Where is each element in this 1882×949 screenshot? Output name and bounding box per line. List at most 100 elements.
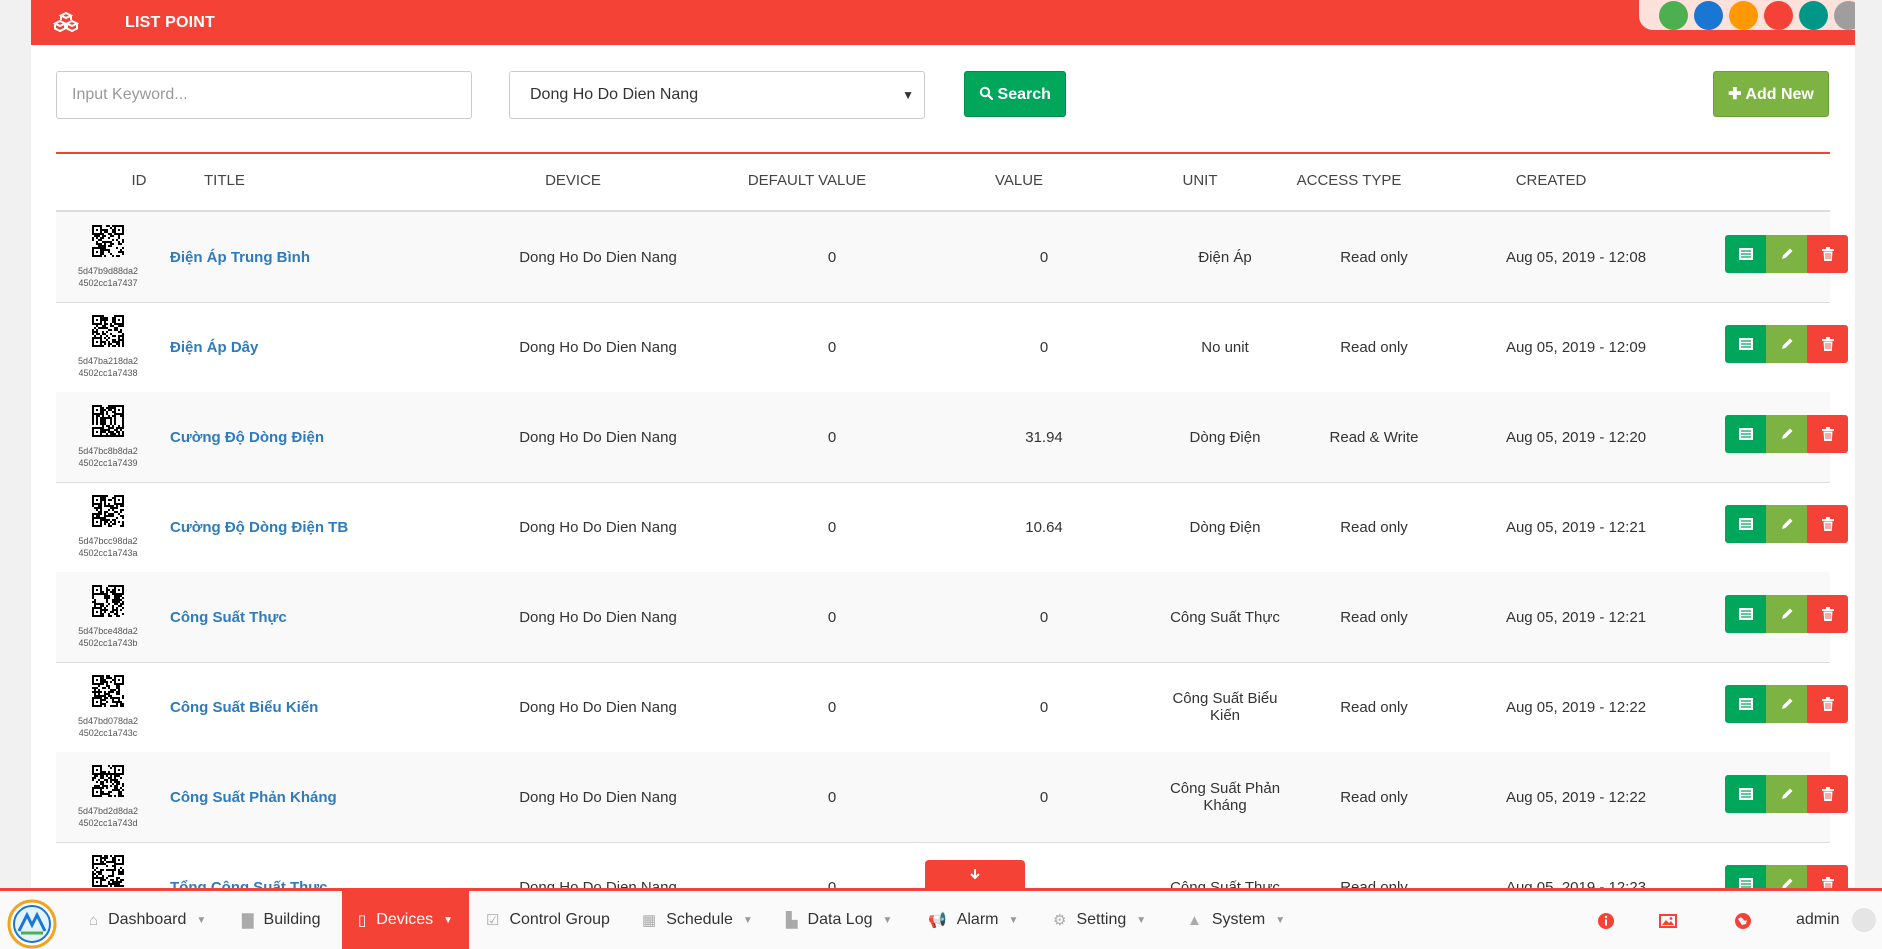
swatch-orange[interactable] (1729, 1, 1758, 30)
created-cell: Aug 05, 2019 - 12:22 (1505, 788, 1647, 806)
edit-button[interactable] (1766, 235, 1807, 273)
calendar-icon: ▦ (642, 912, 657, 929)
view-button[interactable] (1725, 865, 1766, 888)
view-button[interactable] (1725, 325, 1766, 363)
pencil-icon (1781, 338, 1792, 349)
edit-button[interactable] (1766, 685, 1807, 723)
list-icon (1738, 248, 1753, 260)
point-title-link[interactable]: Công Suất Biểu Kiến (170, 662, 318, 752)
view-button[interactable] (1725, 595, 1766, 633)
qr-code-icon[interactable] (92, 225, 124, 257)
point-title-link[interactable]: Công Suất Phản Kháng (170, 752, 337, 842)
delete-button[interactable] (1807, 595, 1848, 633)
unit-cell: Công Suất Phản Kháng (1169, 780, 1281, 814)
company-logo (7, 899, 57, 949)
view-button[interactable] (1725, 235, 1766, 273)
unit-cell: Công Suất Thực (1170, 878, 1280, 889)
default-value-cell: 0 (827, 878, 837, 889)
point-title-link[interactable]: Công Suất Thực (170, 572, 287, 662)
value-cell: 0 (1039, 698, 1049, 716)
delete-button[interactable] (1807, 505, 1848, 543)
nav-item-schedule[interactable]: ▦ Schedule ▼ (642, 891, 753, 949)
column-header[interactable]: ID (132, 172, 147, 189)
delete-button[interactable] (1807, 415, 1848, 453)
info-icon[interactable] (1596, 911, 1616, 931)
swatch-red[interactable] (1764, 1, 1793, 30)
swatch-teal[interactable] (1799, 1, 1828, 30)
unit-cell: Điện Áp (1198, 248, 1252, 266)
nav-item-control-group[interactable]: ☑ Control Group (486, 891, 610, 949)
column-header[interactable]: CREATED (1516, 172, 1587, 189)
nav-item-label: Setting (1076, 911, 1127, 928)
delete-button[interactable] (1807, 235, 1848, 273)
column-header[interactable]: TITLE (204, 172, 245, 189)
column-header[interactable]: UNIT (1183, 172, 1218, 189)
nav-item-building[interactable]: ▇ Building (242, 891, 320, 949)
pencil-icon (1781, 608, 1792, 619)
delete-button[interactable] (1807, 325, 1848, 363)
search-button[interactable]: Search (964, 71, 1066, 117)
view-button[interactable] (1725, 775, 1766, 813)
created-cell: Aug 05, 2019 - 12:08 (1505, 248, 1647, 266)
nav-item-setting[interactable]: ⚙ Setting ▼ (1053, 891, 1146, 949)
view-button[interactable] (1725, 685, 1766, 723)
globe-icon[interactable] (1733, 911, 1753, 931)
user-name[interactable]: admin (1796, 891, 1840, 949)
column-header[interactable]: DEFAULT VALUE (748, 172, 866, 189)
list-icon (1738, 608, 1753, 620)
nav-item-system[interactable]: ▲ System ▼ (1187, 891, 1285, 949)
qr-code-icon[interactable] (92, 675, 124, 707)
row-actions (1725, 865, 1849, 888)
bottom-navbar: ⌂ Dashboard ▼ ▇ Building ▯ Devices ▼ ☑ Control Gr… (0, 888, 1882, 949)
panel-header: LIST POINT (31, 0, 1855, 45)
table-row: 5d47bce48da2 4502cc1a743b Công Suất Thực Do… (56, 572, 1848, 663)
qr-code-icon[interactable] (92, 855, 124, 887)
delete-button[interactable] (1807, 775, 1848, 813)
keyword-input[interactable] (56, 71, 472, 119)
edit-button[interactable] (1766, 415, 1807, 453)
column-header[interactable]: DEVICE (545, 172, 601, 189)
point-title-link[interactable]: Điện Áp Dây (170, 302, 258, 392)
point-title-link[interactable]: Cường Độ Dòng Điện TB (170, 482, 348, 572)
qr-code-icon[interactable] (92, 405, 124, 437)
view-button[interactable] (1725, 415, 1766, 453)
qr-code-icon[interactable] (92, 765, 124, 797)
nav-item-devices[interactable]: ▯ Devices ▼ (342, 891, 469, 949)
table-row: 5d47bcc98da2 4502cc1a743a Cường Độ Dòng Đi… (56, 482, 1848, 573)
edit-button[interactable] (1766, 865, 1807, 888)
image-icon[interactable] (1658, 911, 1678, 931)
point-title-link[interactable]: Tổng Công Suất Thực (170, 842, 328, 889)
view-button[interactable] (1725, 505, 1766, 543)
delete-button[interactable] (1807, 685, 1848, 723)
plus-icon: ✚ (1728, 86, 1742, 103)
point-id: 5d47bc8b8da2 4502cc1a7439 (78, 446, 138, 468)
default-value-cell: 0 (827, 788, 837, 806)
edit-button[interactable] (1766, 505, 1807, 543)
point-title-link[interactable]: Cường Độ Dòng Điện (170, 392, 324, 482)
point-title-link[interactable]: Điện Áp Trung Bình (170, 212, 310, 302)
nav-item-alarm[interactable]: 📢 Alarm ▼ (928, 891, 1018, 949)
chart-icon: ▙ (786, 912, 798, 929)
edit-button[interactable] (1766, 595, 1807, 633)
scroll-down-button[interactable] (925, 860, 1025, 888)
qr-code-icon[interactable] (92, 495, 124, 527)
table-row: 5d47bd2d8da2 4502cc1a743d Công Suất Phản K… (56, 752, 1848, 843)
column-header[interactable]: VALUE (995, 172, 1043, 189)
cubes-icon: ⚙ (1053, 912, 1067, 929)
qr-code-icon[interactable] (92, 315, 124, 347)
qr-code-icon[interactable] (92, 585, 124, 617)
swatch-grey[interactable] (1834, 1, 1855, 30)
row-actions (1725, 775, 1849, 813)
list-point-panel: LIST POINT Dong Ho Do Dien Nang ▼ Search… (31, 0, 1855, 888)
swatch-blue[interactable] (1694, 1, 1723, 30)
swatch-green[interactable] (1659, 1, 1688, 30)
nav-item-dashboard[interactable]: ⌂ Dashboard ▼ (89, 891, 206, 949)
column-header[interactable]: ACCESS TYPE (1297, 172, 1402, 189)
delete-button[interactable] (1807, 865, 1848, 888)
edit-button[interactable] (1766, 775, 1807, 813)
add-new-button[interactable]: ✚ Add New (1713, 71, 1829, 117)
device-select[interactable]: Dong Ho Do Dien Nang ▼ (509, 71, 925, 119)
nav-item-data-log[interactable]: ▙ Data Log ▼ (786, 891, 892, 949)
avatar[interactable] (1852, 908, 1876, 932)
edit-button[interactable] (1766, 325, 1807, 363)
